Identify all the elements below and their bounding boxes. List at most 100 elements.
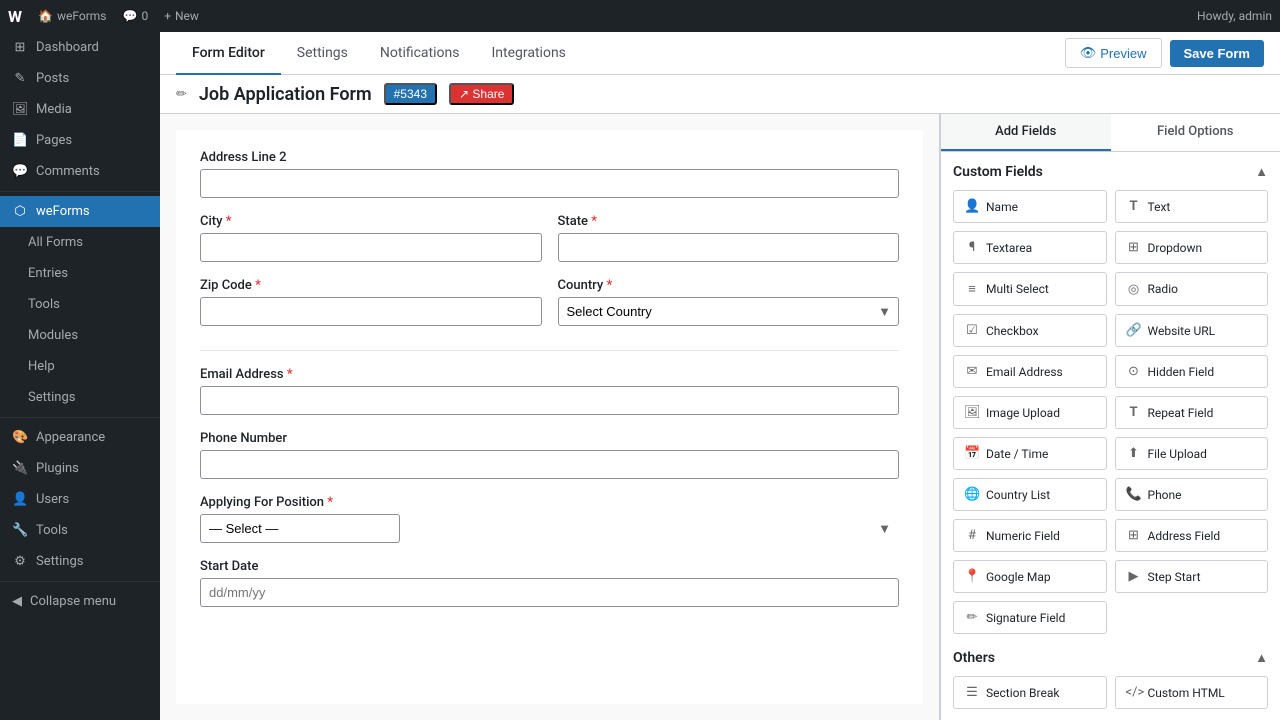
tab-form-editor[interactable]: Form Editor — [176, 33, 281, 75]
sidebar-item-dashboard[interactable]: ⊞ Dashboard — [0, 32, 160, 63]
text-icon: T — [1126, 199, 1142, 214]
sidebar-item-posts[interactable]: ✎ Posts — [0, 63, 160, 94]
field-dropdown[interactable]: ⊞ Dropdown — [1115, 231, 1269, 264]
fields-panel: Add Fields Field Options Custom Fields ▲… — [940, 114, 1280, 720]
sidebar-item-tools-sub[interactable]: Tools — [0, 289, 160, 320]
start-date-input[interactable] — [200, 578, 899, 607]
country-select[interactable]: Select Country — [558, 297, 900, 326]
sidebar-item-users[interactable]: 👤 Users — [0, 484, 160, 515]
field-custom-html[interactable]: </> Custom HTML — [1115, 676, 1269, 709]
howdy-message: Howdy, admin — [1197, 9, 1272, 23]
save-form-button[interactable]: Save Form — [1170, 40, 1264, 67]
sidebar-item-comments[interactable]: 💬 Comments — [0, 156, 160, 187]
name-icon: 👤 — [964, 199, 980, 214]
sidebar-item-settings[interactable]: ⚙ Settings — [0, 546, 160, 577]
radio-icon: ◎ — [1126, 282, 1142, 297]
users-icon: 👤 — [12, 492, 28, 507]
custom-fields-grid: 👤 Name T Text ¶ Textarea ⊞ — [953, 190, 1268, 634]
field-checkbox[interactable]: ☑ Checkbox — [953, 314, 1107, 347]
field-hidden-field[interactable]: ⊙ Hidden Field — [1115, 355, 1269, 388]
numeric-icon: # — [964, 528, 980, 543]
address-line2-field: Address Line 2 — [200, 150, 899, 198]
field-section-break[interactable]: ☰ Section Break — [953, 676, 1107, 709]
position-label: Applying For Position * — [200, 495, 899, 510]
custom-fields-title: Custom Fields — [953, 164, 1043, 180]
media-icon: 🖼 — [12, 102, 28, 117]
comments-icon: 💬 — [12, 164, 28, 179]
sidebar-item-entries[interactable]: Entries — [0, 258, 160, 289]
field-radio[interactable]: ◎ Radio — [1115, 272, 1269, 306]
sidebar-item-weforms[interactable]: ⬡ weForms — [0, 196, 160, 227]
tab-settings[interactable]: Settings — [281, 33, 364, 75]
tab-notifications[interactable]: Notifications — [364, 33, 476, 75]
eye-icon: 👁 — [1080, 45, 1097, 61]
field-date-time[interactable]: 📅 Date / Time — [953, 437, 1107, 470]
country-select-wrap: Select Country ▼ — [558, 297, 900, 326]
form-id-badge[interactable]: #5343 — [384, 83, 437, 105]
field-text[interactable]: T Text — [1115, 190, 1269, 223]
sidebar-item-plugins[interactable]: 🔌 Plugins — [0, 453, 160, 484]
field-file-upload[interactable]: ⬆ File Upload — [1115, 437, 1269, 470]
sidebar-divider-3 — [0, 581, 160, 582]
email-input[interactable] — [200, 386, 899, 415]
sidebar-item-tools[interactable]: 🔧 Tools — [0, 515, 160, 546]
fields-panel-tabs: Add Fields Field Options — [941, 114, 1280, 152]
address-line2-input[interactable] — [200, 169, 899, 198]
address-icon: ⊞ — [1126, 528, 1142, 543]
field-numeric[interactable]: # Numeric Field — [953, 519, 1107, 552]
phone-icon: 📞 — [1126, 487, 1142, 502]
sidebar: ⊞ Dashboard ✎ Posts 🖼 Media 📄 Pages 💬 Co… — [0, 32, 160, 720]
plugins-icon: 🔌 — [12, 461, 28, 476]
share-button[interactable]: ↗ Share — [449, 83, 514, 105]
field-multi-select[interactable]: ≡ Multi Select — [953, 272, 1107, 306]
preview-button[interactable]: 👁 Preview — [1065, 38, 1162, 68]
field-country-list[interactable]: 🌐 Country List — [953, 478, 1107, 511]
state-input[interactable] — [558, 233, 900, 262]
section-divider — [200, 350, 899, 351]
field-image-upload[interactable]: 🖼 Image Upload — [953, 396, 1107, 429]
zip-input[interactable] — [200, 297, 542, 326]
tab-field-options[interactable]: Field Options — [1111, 114, 1280, 151]
sidebar-item-appearance[interactable]: 🎨 Appearance — [0, 422, 160, 453]
sidebar-item-pages[interactable]: 📄 Pages — [0, 125, 160, 156]
field-address[interactable]: ⊞ Address Field — [1115, 519, 1269, 552]
comments-link[interactable]: 💬 0 — [122, 9, 148, 23]
fields-panel-body: Custom Fields ▲ 👤 Name T Text — [941, 152, 1280, 720]
sidebar-item-modules[interactable]: Modules — [0, 320, 160, 351]
site-name[interactable]: 🏠 weForms — [38, 9, 106, 23]
new-content[interactable]: + New — [164, 9, 199, 23]
google-map-icon: 📍 — [964, 569, 980, 584]
section-break-icon: ☰ — [964, 685, 980, 700]
collapse-menu-button[interactable]: ◀ Collapse menu — [0, 586, 160, 617]
phone-field: Phone Number — [200, 431, 899, 479]
email-icon: ✉ — [964, 364, 980, 379]
others-toggle[interactable]: ▲ — [1255, 650, 1268, 666]
editor-row: Address Line 2 City * — [160, 114, 1280, 720]
field-textarea[interactable]: ¶ Textarea — [953, 231, 1107, 264]
field-signature[interactable]: ✏ Signature Field — [953, 601, 1107, 634]
phone-input[interactable] — [200, 450, 899, 479]
wp-logo[interactable]: W — [8, 7, 22, 26]
sidebar-item-help[interactable]: Help — [0, 351, 160, 382]
appearance-icon: 🎨 — [12, 430, 28, 445]
sidebar-item-settings-sub[interactable]: Settings — [0, 382, 160, 413]
field-google-map[interactable]: 📍 Google Map — [953, 560, 1107, 593]
position-select[interactable]: — Select — — [200, 514, 400, 543]
field-phone[interactable]: 📞 Phone — [1115, 478, 1269, 511]
tab-integrations[interactable]: Integrations — [475, 33, 581, 75]
admin-bar: W 🏠 weForms 💬 0 + New Howdy, admin — [0, 0, 1280, 32]
edit-title-icon[interactable]: ✏ — [176, 87, 187, 102]
field-email-address[interactable]: ✉ Email Address — [953, 355, 1107, 388]
field-repeat-field[interactable]: T Repeat Field — [1115, 396, 1269, 429]
phone-label: Phone Number — [200, 431, 899, 446]
zip-country-row: Zip Code * Country * — [200, 278, 899, 342]
field-name[interactable]: 👤 Name — [953, 190, 1107, 223]
field-step-start[interactable]: ▶ Step Start — [1115, 560, 1269, 593]
tab-add-fields[interactable]: Add Fields — [941, 114, 1111, 151]
city-input[interactable] — [200, 233, 542, 262]
sidebar-item-all-forms[interactable]: All Forms — [0, 227, 160, 258]
sidebar-item-media[interactable]: 🖼 Media — [0, 94, 160, 125]
field-website-url[interactable]: 🔗 Website URL — [1115, 314, 1269, 347]
country-label: Country * — [558, 278, 900, 293]
custom-fields-toggle[interactable]: ▲ — [1255, 164, 1268, 180]
